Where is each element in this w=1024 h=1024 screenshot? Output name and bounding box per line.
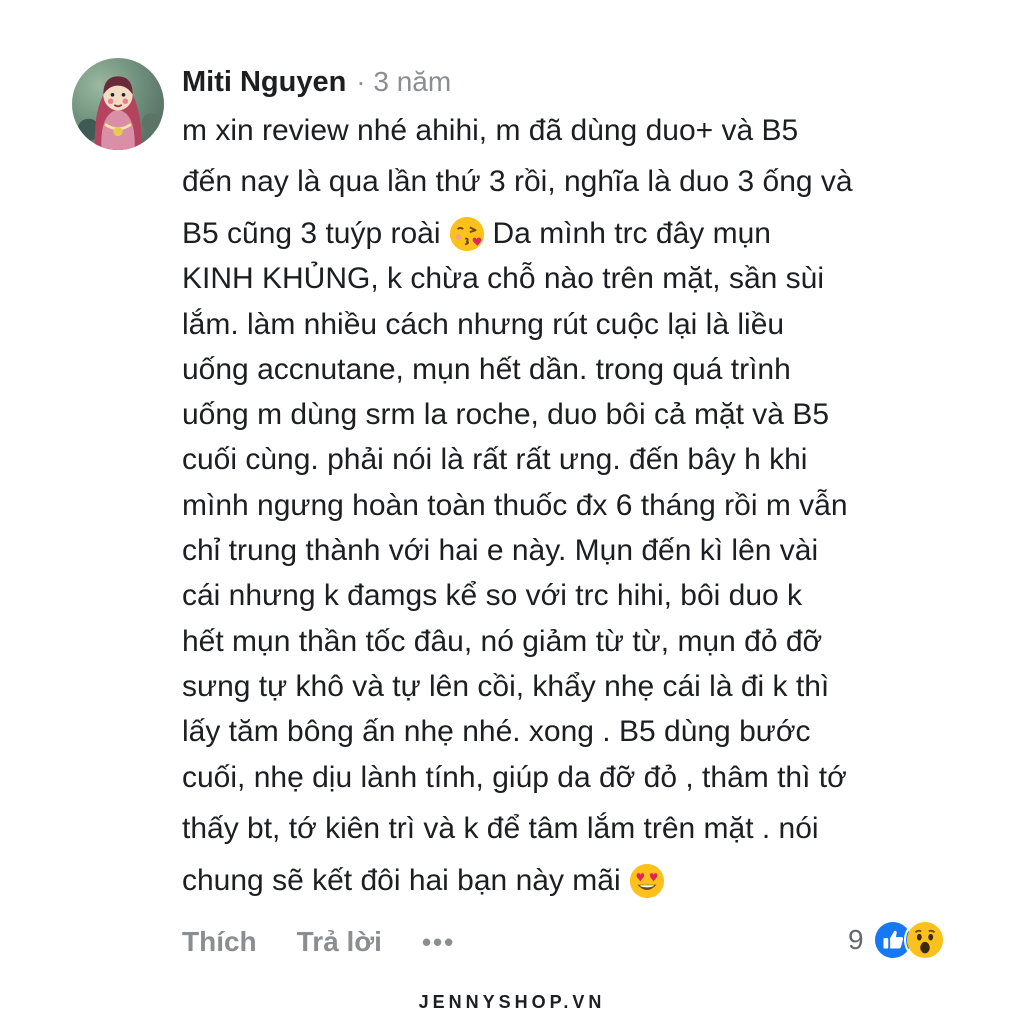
reply-button[interactable]: Trả lời (297, 926, 382, 958)
face-blowing-kiss-icon (448, 215, 486, 253)
meta-separator: · (356, 66, 366, 97)
wow-reaction-icon (903, 919, 946, 961)
comment-text: Da mình trc đây mụn (492, 216, 771, 250)
comment-body: m xin review nhé ahihi, m đã dùng duo+ v… (182, 108, 972, 903)
comment-line: cái nhưng k đamgs kể so với trc hihi, bô… (182, 579, 803, 613)
comment-line: lắm. làm nhiều cách nhưng rút cuộc lại l… (182, 307, 785, 341)
comment-line: B5 cũng 3 tuýp roài Da mình trc đây mụn (182, 211, 972, 256)
reaction-count: 9 (848, 924, 864, 955)
comment-line: đến nay là qua lần thứ 3 rồi, nghĩa là d… (182, 165, 853, 199)
comment-line: lấy tăm bông ấn nhẹ nhé. xong . B5 dùng … (182, 715, 811, 749)
comment-line: cuối cùng. phải nói là rất rất ưng. đến … (182, 443, 808, 477)
comment-line: hết mụn thần tốc đâu, nó giảm từ từ, mụn… (182, 624, 823, 658)
comment-line: thấy bt, tớ kiên trì và k để tâm lắm trê… (182, 812, 819, 846)
matryoshka-doll-icon (77, 76, 161, 150)
like-button[interactable]: Thích (182, 926, 257, 958)
avatar[interactable] (72, 58, 164, 150)
comment-line: chung sẽ kết đôi hai bạn này mãi (182, 858, 972, 903)
comment-line: m xin review nhé ahihi, m đã dùng duo+ v… (182, 113, 799, 147)
author-name[interactable]: Miti Nguyen (182, 66, 346, 99)
comment-actions: Thích Trả lời ••• (182, 922, 455, 962)
comment-line: uống m dùng srm la roche, duo bôi cả mặt… (182, 398, 830, 432)
comment-text: B5 cũng 3 tuýp roài (182, 216, 441, 250)
reactions-summary[interactable]: 9 (848, 919, 946, 961)
comment-line: chỉ trung thành với hai e này. Mụn đến k… (182, 534, 819, 568)
more-options-button[interactable]: ••• (422, 927, 455, 958)
timestamp[interactable]: 3 năm (373, 66, 451, 98)
comment-line: uống accnutane, mụn hết dần. trong quá t… (182, 352, 791, 386)
comment-text: chung sẽ kết đôi hai bạn này mãi (182, 863, 621, 897)
comment-header: Miti Nguyen · 3 năm (182, 62, 451, 102)
comment-line: sưng tự khô và tự lên cồi, khẩy nhẹ cái … (182, 669, 830, 703)
comment-line: mình ngưng hoàn toàn thuốc đx 6 tháng rồ… (182, 488, 848, 522)
watermark: JENNYSHOP.VN (418, 992, 606, 1012)
comment-line: cuối, nhẹ dịu lành tính, giúp da đỡ đỏ ,… (182, 760, 847, 794)
comment-line: KINH KHỦNG, k chừa chỗ nào trên mặt, sần… (182, 262, 824, 296)
smiling-face-heart-eyes-icon (628, 862, 666, 900)
